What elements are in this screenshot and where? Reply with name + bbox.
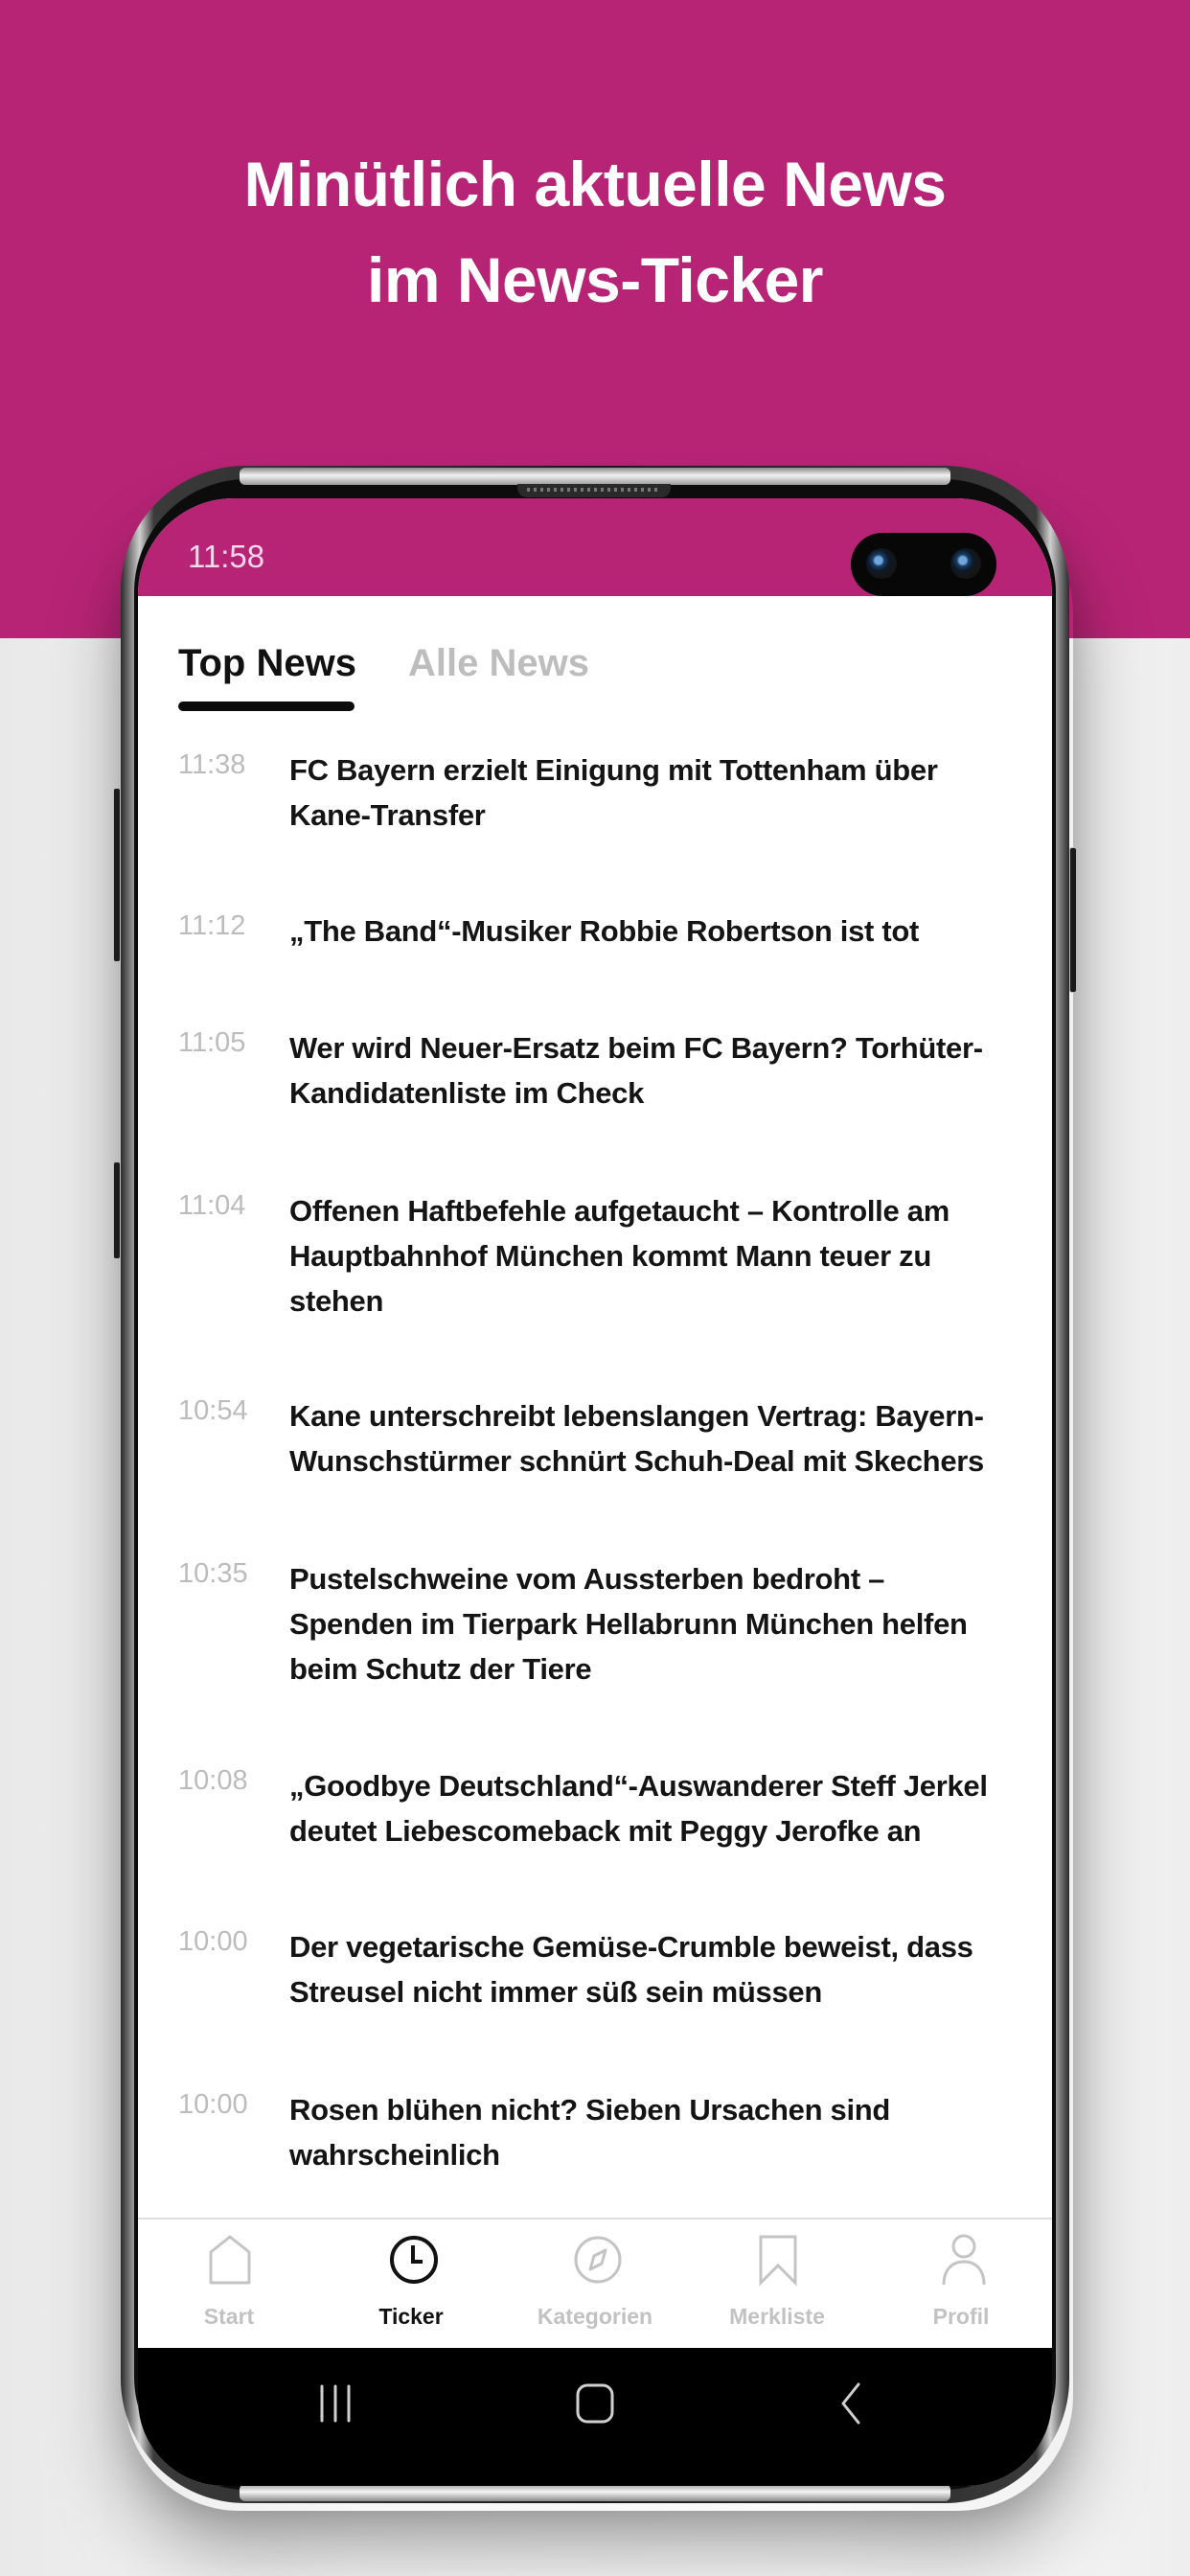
news-tabs: Top News Alle News (138, 596, 1052, 711)
tabbar-label: Profil (932, 2304, 990, 2329)
tabbar-label: Kategorien (537, 2304, 653, 2329)
tabbar-item-profil[interactable]: Profil (870, 2220, 1052, 2350)
home-icon (209, 2235, 251, 2285)
news-time: 11:05 (178, 1027, 246, 1058)
news-time: 10:08 (178, 1765, 248, 1796)
news-title[interactable]: „The Band“-Musiker Robbie Robertson ist … (289, 908, 989, 954)
tabbar-label: Merkliste (729, 2304, 825, 2329)
tabbar-item-start[interactable]: Start (138, 2220, 320, 2350)
tab-alle-news[interactable]: Alle News (408, 642, 589, 685)
news-title[interactable]: Wer wird Neuer-Ersatz beim FC Bayern? To… (289, 1025, 989, 1116)
news-title[interactable]: Pustelschweine vom Aussterben bedroht – … (289, 1556, 989, 1691)
system-navigation-bar (138, 2348, 1052, 2486)
bixby-button (113, 1162, 121, 1259)
news-title[interactable]: Kane unterschreibt lebenslangen Vertrag:… (289, 1393, 989, 1484)
tabbar-item-ticker[interactable]: Ticker (320, 2220, 502, 2350)
status-time: 11:58 (188, 539, 265, 574)
home-button-icon[interactable] (573, 2380, 617, 2426)
volume-button (113, 788, 121, 962)
person-icon (942, 2234, 986, 2286)
camera-lens-icon (866, 548, 897, 579)
phone-bottom-rim (240, 2484, 950, 2501)
news-time: 10:00 (178, 1926, 248, 1957)
news-title[interactable]: FC Bayern erzielt Einigung mit Tottenham… (289, 748, 989, 838)
power-button (1069, 847, 1077, 993)
status-bar: 11:58 (138, 498, 1052, 596)
phone-screen: 11:58 Top News Alle News 11:38 FC Bayern… (138, 498, 1052, 2486)
tabbar-label: Start (203, 2304, 255, 2329)
promo-headline-line-1: Minütlich aktuelle News (243, 149, 948, 219)
promo-headline-line-2: im News-Ticker (366, 244, 824, 315)
news-title[interactable]: „Goodbye Deutschland“-Auswanderer Steff … (289, 1763, 989, 1853)
tabbar-label: Ticker (378, 2304, 444, 2329)
compass-icon (574, 2236, 622, 2284)
camera-lens-icon (950, 548, 981, 579)
tab-top-news[interactable]: Top News (178, 642, 356, 685)
news-time: 11:04 (178, 1190, 246, 1221)
tabbar-item-kategorien[interactable]: Kategorien (504, 2220, 686, 2350)
tabbar-item-merkliste[interactable]: Merkliste (686, 2220, 868, 2350)
recent-apps-icon[interactable] (314, 2380, 356, 2426)
news-title[interactable]: Offenen Haftbefehle aufgetaucht – Kontro… (289, 1188, 989, 1323)
news-time: 10:00 (178, 2089, 248, 2120)
clock-icon (390, 2236, 438, 2284)
earpiece-speaker (517, 484, 671, 497)
bookmark-icon (759, 2235, 797, 2287)
promo-headline: Minütlich aktuelle News im News-Ticker (0, 136, 1190, 328)
front-camera (851, 533, 996, 596)
bottom-tab-bar: Start Ticker Kategorien Merkliste Profil (138, 2218, 1052, 2350)
phone-top-rim (240, 468, 950, 485)
news-title[interactable]: Der vegetarische Gemüse-Crumble beweist,… (289, 1924, 989, 2014)
news-time: 10:54 (178, 1395, 248, 1426)
news-time: 11:38 (178, 749, 246, 780)
news-title[interactable]: Rosen blühen nicht? Sieben Ursachen sind… (289, 2087, 989, 2177)
active-tab-indicator (178, 702, 355, 711)
back-icon[interactable] (834, 2380, 868, 2426)
news-time: 11:12 (178, 910, 246, 941)
news-time: 10:35 (178, 1558, 248, 1589)
